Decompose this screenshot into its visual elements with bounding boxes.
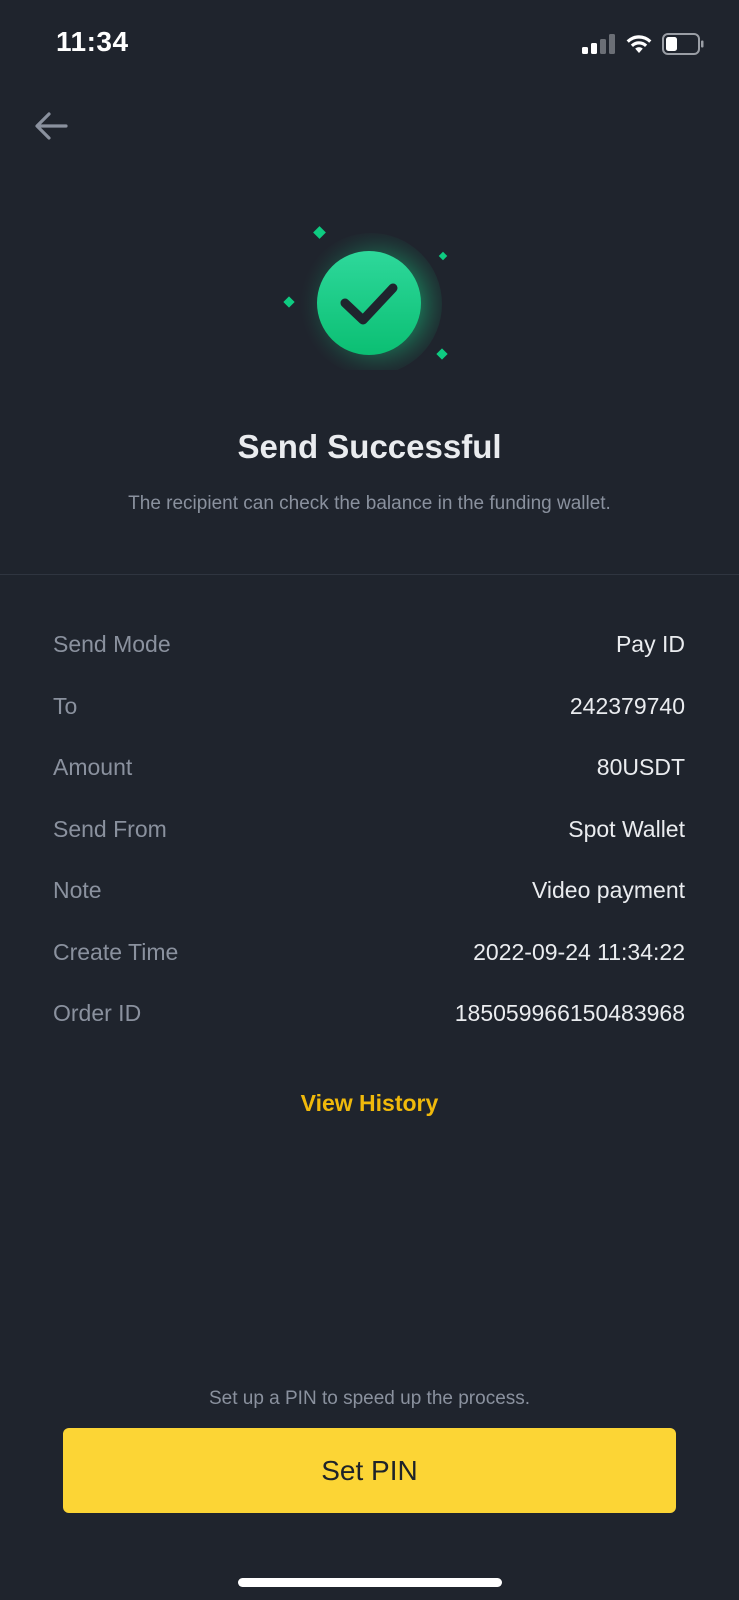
set-pin-button[interactable]: Set PIN: [63, 1428, 676, 1513]
detail-label: Note: [53, 877, 102, 904]
result-title: Send Successful: [237, 428, 502, 465]
detail-row-note: Note Video payment: [53, 860, 685, 922]
detail-value: 2022-09-24 11:34:22: [473, 938, 685, 965]
wifi-icon: [626, 35, 652, 53]
detail-row-amount: Amount 80USDT: [53, 737, 685, 799]
back-arrow-icon[interactable]: [32, 106, 72, 146]
detail-value: Spot Wallet: [568, 815, 685, 842]
home-indicator[interactable]: [238, 1578, 502, 1587]
detail-value: 80USDT: [596, 754, 685, 781]
view-history-link[interactable]: View History: [0, 1090, 739, 1117]
detail-row-create-time: Create Time 2022-09-24 11:34:22: [53, 922, 685, 984]
status-time: 11:34: [56, 26, 129, 57]
transaction-details: Send Mode Pay ID To 242379740 Amount 80U…: [53, 614, 685, 1045]
detail-value: Video payment: [531, 877, 685, 904]
result-subtitle: The recipient can check the balance in t…: [128, 493, 611, 514]
divider: [0, 574, 739, 575]
detail-label: Amount: [53, 754, 133, 781]
detail-row-order-id: Order ID 185059966150483968: [53, 983, 685, 1045]
detail-label: Send Mode: [53, 631, 171, 658]
detail-value: Pay ID: [615, 631, 685, 658]
detail-row-to: To 242379740: [53, 676, 685, 738]
battery-icon: [662, 33, 704, 55]
cellular-signal-icon: [582, 34, 616, 54]
detail-row-send-from: Send From Spot Wallet: [53, 799, 685, 861]
detail-label: Create Time: [53, 938, 179, 965]
detail-label: Send From: [53, 815, 167, 842]
detail-row-send-mode: Send Mode Pay ID: [53, 614, 685, 676]
check-circle-icon: [283, 226, 448, 370]
detail-value: 185059966150483968: [454, 1000, 685, 1027]
detail-value: 242379740: [569, 692, 685, 719]
detail-label: To: [53, 692, 78, 719]
status-bar: 11:34: [0, 0, 739, 90]
detail-label: Order ID: [53, 1000, 142, 1027]
pin-hint-text: Set up a PIN to speed up the process.: [208, 1388, 531, 1409]
